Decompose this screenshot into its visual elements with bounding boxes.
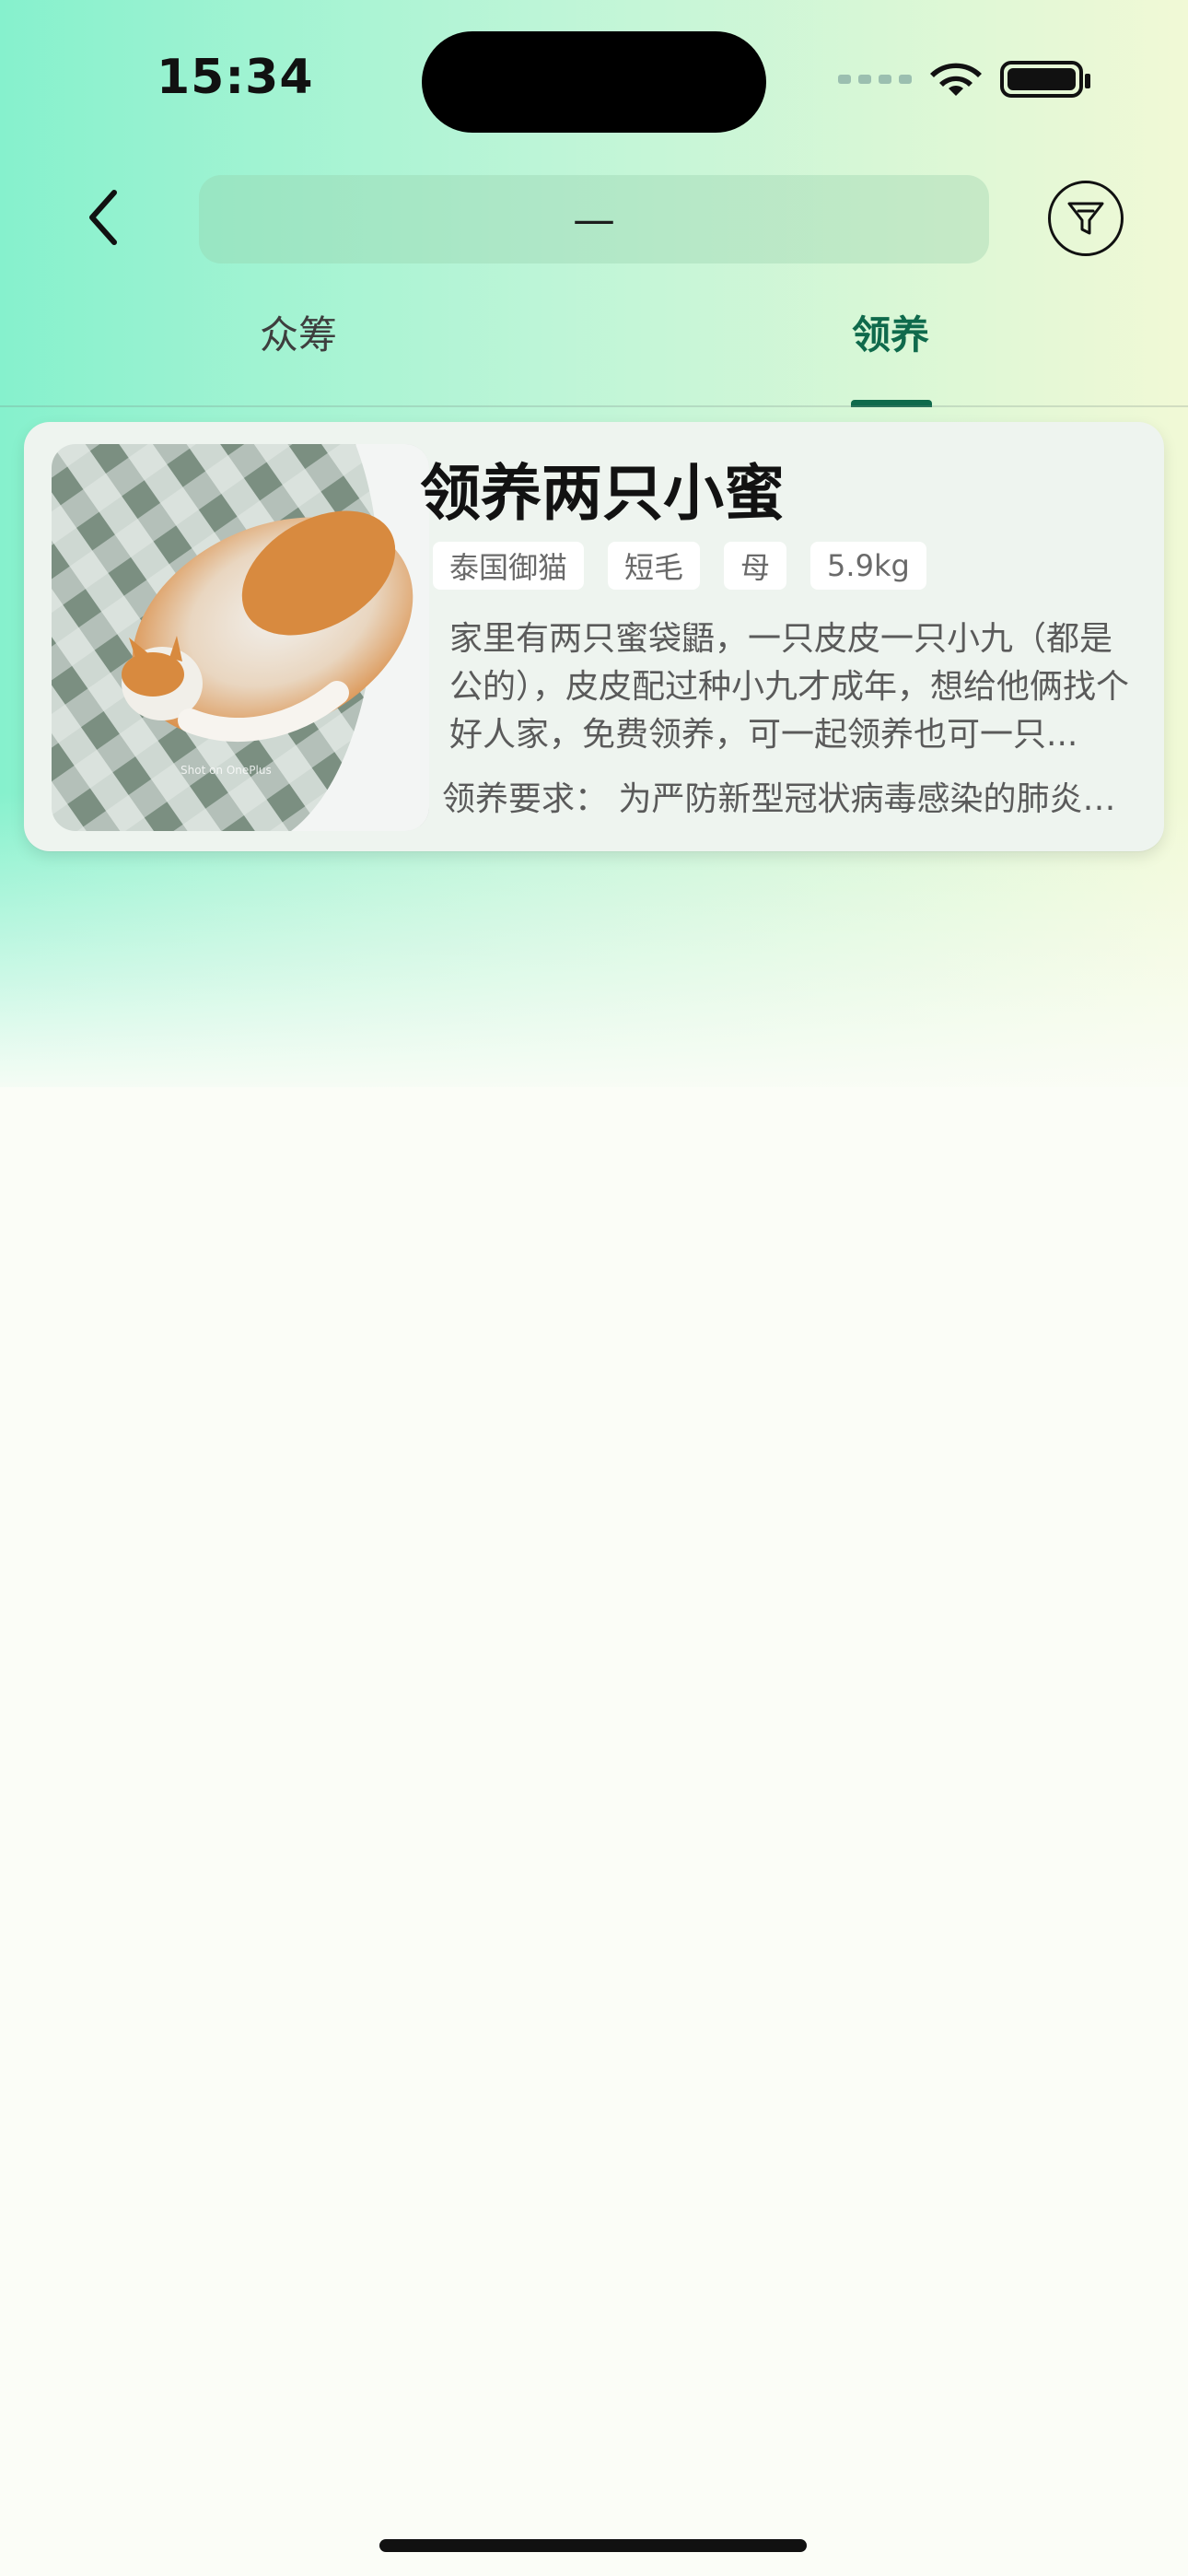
signal-icon <box>838 75 912 84</box>
tab-divider <box>0 405 1188 407</box>
dynamic-island <box>422 31 766 133</box>
chevron-left-icon <box>89 190 117 245</box>
wifi-icon <box>930 63 982 96</box>
tab-adoption[interactable]: 领养 <box>852 304 929 360</box>
search-value: — <box>573 194 615 244</box>
tag-coat: 短毛 <box>608 542 701 590</box>
background-bottom <box>0 1087 1188 2576</box>
pet-photo: Shot on OnePlus <box>52 444 429 831</box>
card-description: 家里有两只蜜袋鼯，一只皮皮一只小九（都是公的），皮皮配过种小九才成年，想给他俩找… <box>449 620 1130 754</box>
tag-breed: 泰国御猫 <box>433 542 585 590</box>
card-title: 领养两只小蜜 <box>420 458 785 529</box>
battery-icon <box>1000 61 1090 98</box>
status-icons <box>838 59 1090 100</box>
tag-list: 泰国御猫 短毛 母 5.9kg <box>433 542 926 590</box>
adoption-card[interactable]: Shot on OnePlus 领养两只小蜜 泰国御猫 短毛 母 5.9kg 家… <box>24 422 1164 851</box>
back-button[interactable] <box>66 181 140 254</box>
tag-weight: 5.9kg <box>810 542 926 590</box>
search-field[interactable]: — <box>199 175 989 263</box>
tab-crowdfunding[interactable]: 众筹 <box>260 304 337 360</box>
tag-gender: 母 <box>724 542 787 590</box>
filter-button[interactable] <box>1048 181 1124 256</box>
filter-icon <box>1067 202 1104 235</box>
status-time: 15:34 <box>157 50 314 105</box>
card-requirement: 领养要求： 为严防新型冠状病毒感染的肺炎疫情... <box>442 780 1142 818</box>
status-bar: 15:34 <box>0 0 1188 157</box>
home-indicator <box>379 2539 807 2552</box>
svg-text:Shot on OnePlus: Shot on OnePlus <box>181 764 272 777</box>
tab-bar: 众筹 领养 <box>0 276 1188 407</box>
top-nav-bar: — <box>0 166 1188 267</box>
